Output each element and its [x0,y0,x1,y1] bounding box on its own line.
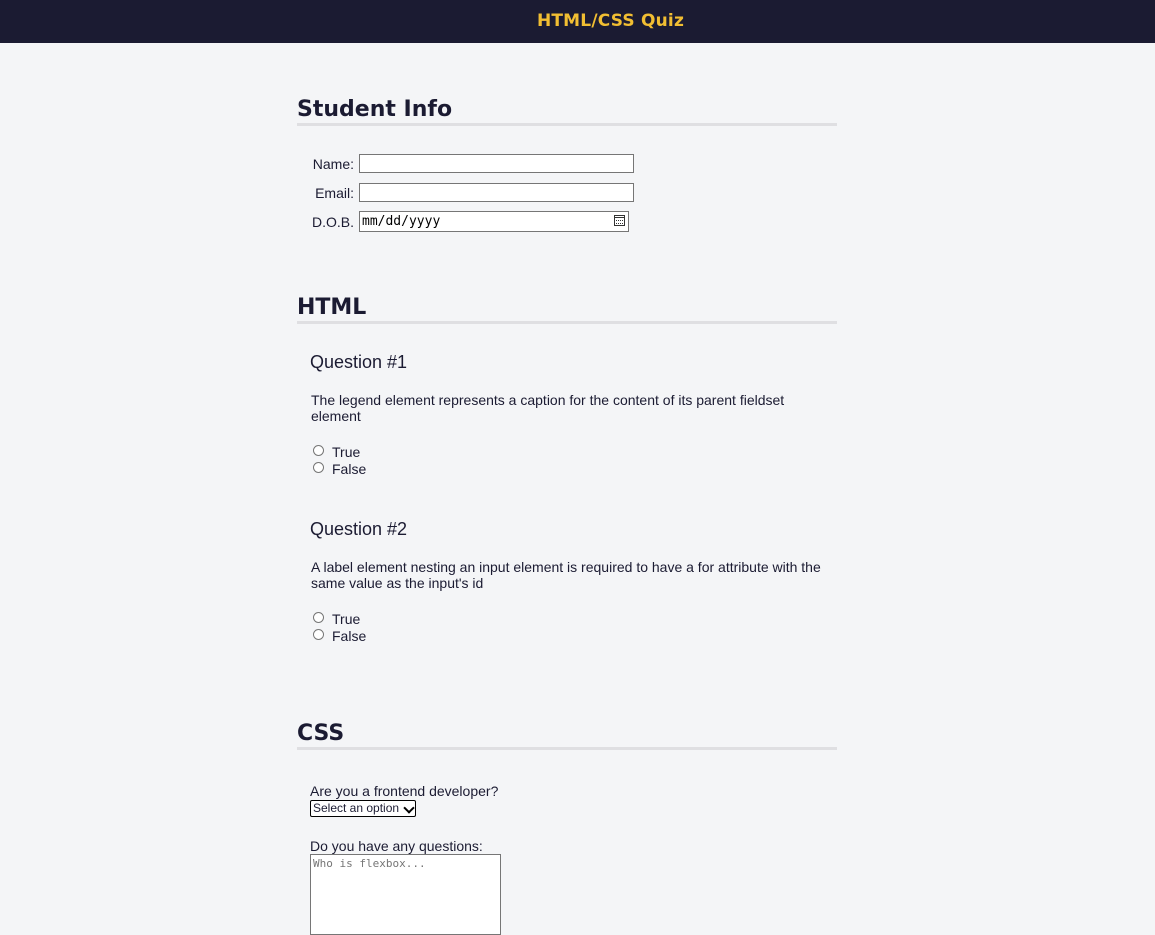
css-heading: CSS [297,721,837,750]
chevron-down-icon[interactable] [403,802,415,814]
student-info-heading: Student Info [297,97,837,126]
select-value: Select an option [313,801,400,815]
question-2-text: A label element nesting an input element… [311,559,821,591]
email-label: Email: [315,185,354,201]
radio-icon[interactable] [313,612,324,623]
frontend-select[interactable]: Select an option [310,800,416,817]
page-title: HTML/CSS Quiz [536,11,685,31]
questions-label: Do you have any questions: [310,838,483,854]
option-label: False [332,461,367,477]
dob-label: D.O.B. [311,214,354,230]
radio-icon[interactable] [313,462,324,473]
option-label: True [332,444,361,460]
question-2-title: Question #2 [310,519,408,539]
questions-textarea[interactable] [310,854,501,935]
calendar-icon[interactable] [614,215,625,226]
question-1-text: The legend element represents a caption … [311,392,785,424]
name-label: Name: [312,156,354,172]
email-input[interactable] [359,183,634,202]
dob-placeholder: mm/dd/yyyy [362,214,441,229]
html-heading: HTML [297,295,837,324]
radio-icon[interactable] [313,445,324,456]
option-label: True [332,611,361,627]
question-1-title: Question #1 [310,352,408,372]
name-input[interactable] [359,154,634,173]
page-header: HTML/CSS Quiz [0,0,1155,43]
dob-input[interactable]: mm/dd/yyyy [359,211,629,232]
frontend-question-label: Are you a frontend developer? [310,783,499,799]
radio-icon[interactable] [313,629,324,640]
option-label: False [332,628,367,644]
